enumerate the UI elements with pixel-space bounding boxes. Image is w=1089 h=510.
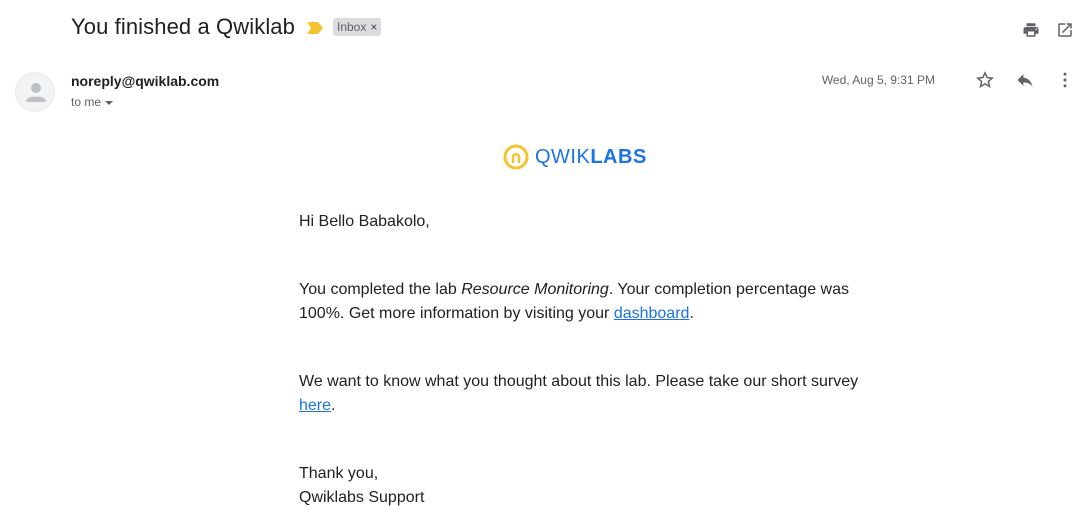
label-chip-text: Inbox: [336, 20, 367, 34]
p1-end: .: [689, 305, 694, 322]
completion-paragraph: You completed the lab Resource Monitorin…: [299, 278, 859, 326]
qwiklabs-logo-icon: [503, 144, 529, 170]
logo-text: QWIKLABS: [535, 146, 647, 169]
reply-icon[interactable]: [1015, 70, 1035, 90]
survey-link[interactable]: here: [299, 397, 331, 414]
message-date: Wed, Aug 5, 9:31 PM: [821, 73, 935, 87]
label-chip-inbox[interactable]: Inbox ×: [332, 18, 382, 36]
email-subject: You finished a Qwiklab: [71, 14, 295, 39]
recipient-label: to me: [71, 95, 102, 109]
print-icon[interactable]: [1021, 20, 1041, 40]
survey-paragraph: We want to know what you thought about t…: [299, 370, 859, 418]
sender-email[interactable]: noreply@qwiklab.com: [71, 73, 219, 89]
subject-row: You finished a Qwiklab Inbox ×: [71, 14, 382, 40]
more-vert-icon[interactable]: [1055, 70, 1075, 90]
p2-text-a: We want to know what you thought about t…: [299, 373, 859, 390]
chevron-down-icon: [105, 101, 114, 105]
recipient-details-toggle[interactable]: to me: [71, 95, 114, 109]
p2-end: .: [331, 397, 336, 414]
message-meta: Wed, Aug 5, 9:31 PM: [822, 70, 1075, 90]
closing-line-2: Qwiklabs Support: [299, 489, 425, 506]
remove-label-button[interactable]: ×: [370, 20, 377, 34]
logo-text-bold: LABS: [590, 145, 647, 168]
p1-text-a: You completed the lab: [299, 281, 462, 298]
dashboard-link[interactable]: dashboard: [614, 305, 690, 322]
closing-line-1: Thank you,: [299, 465, 379, 482]
importance-marker-icon[interactable]: [306, 21, 323, 34]
thread-actions: [1021, 20, 1075, 40]
logo-text-light: QWIK: [535, 145, 591, 168]
greeting: Hi Bello Babakolo,: [299, 213, 430, 230]
star-icon[interactable]: [975, 70, 995, 90]
open-in-new-window-icon[interactable]: [1055, 20, 1075, 40]
lab-name: Resource Monitoring: [461, 281, 609, 298]
avatar[interactable]: [15, 72, 55, 112]
closing: Thank you, Qwiklabs Support: [299, 462, 424, 510]
qwiklabs-logo: QWIKLABS: [503, 144, 647, 170]
